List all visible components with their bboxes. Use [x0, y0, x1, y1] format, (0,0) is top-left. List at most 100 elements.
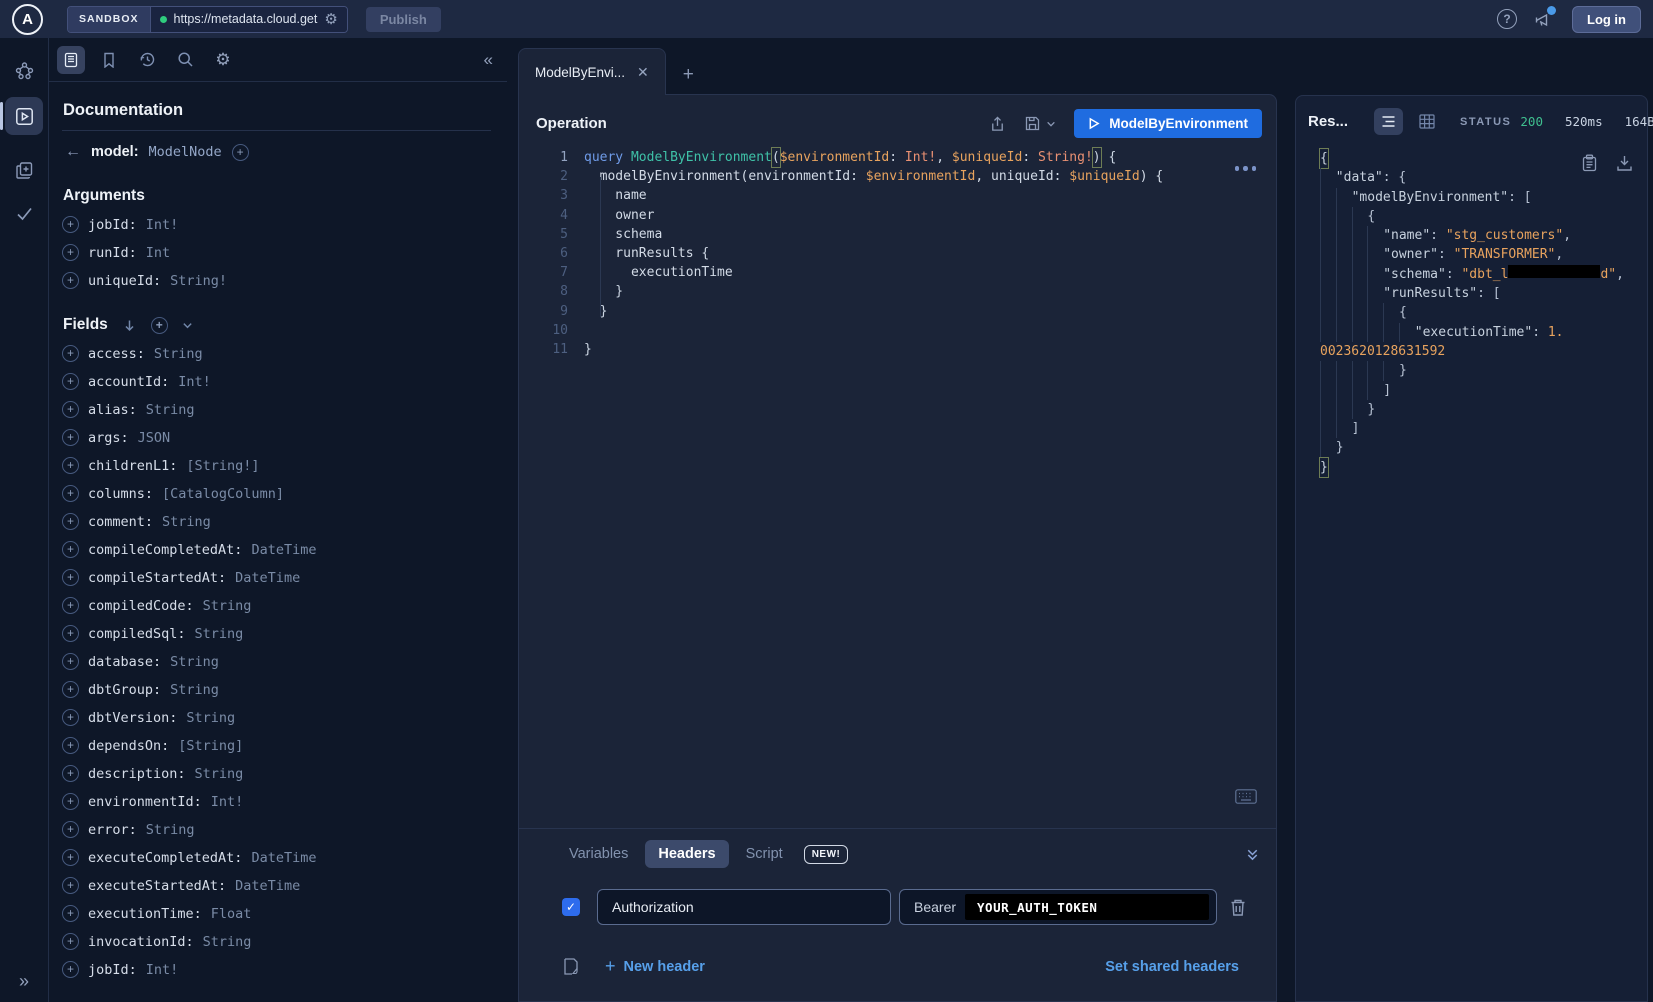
add-field-icon[interactable]: + [62, 849, 79, 866]
add-field-icon[interactable]: + [62, 821, 79, 838]
add-field-icon[interactable]: + [62, 877, 79, 894]
header-enabled-checkbox[interactable]: ✓ [562, 898, 580, 916]
field-type[interactable]: Int! [146, 962, 179, 978]
add-field-icon[interactable]: + [62, 625, 79, 642]
add-field-icon[interactable]: + [62, 681, 79, 698]
copy-response-icon[interactable] [1581, 154, 1598, 172]
add-field-icon[interactable]: + [62, 765, 79, 782]
add-field-icon[interactable]: + [62, 569, 79, 586]
nav-schema[interactable] [5, 51, 43, 89]
add-field-icon[interactable]: + [62, 933, 79, 950]
endpoint-settings-gear-icon[interactable]: ⚙ [324, 12, 337, 27]
add-field-icon[interactable]: + [62, 905, 79, 922]
field-type[interactable]: String [195, 626, 244, 642]
endpoint-url[interactable]: https://metadata.cloud.get [174, 12, 318, 26]
add-field-icon[interactable]: + [62, 216, 79, 233]
header-key-input[interactable] [597, 889, 891, 925]
new-tab-icon[interactable]: + [683, 65, 694, 84]
add-field-icon[interactable]: + [62, 345, 79, 362]
field-type[interactable]: DateTime [251, 850, 316, 866]
field-type[interactable]: Int! [211, 794, 244, 810]
sort-down-icon[interactable] [122, 318, 137, 333]
field-type[interactable]: String [146, 822, 195, 838]
new-header-button[interactable]: + New header [605, 956, 705, 977]
add-field-icon[interactable]: + [62, 457, 79, 474]
delete-header-icon[interactable] [1229, 898, 1247, 917]
add-field-icon[interactable]: + [62, 373, 79, 390]
field-type[interactable]: String [203, 934, 252, 950]
help-icon[interactable]: ? [1497, 9, 1517, 29]
add-field-icon[interactable]: + [62, 485, 79, 502]
field-type[interactable]: String [170, 682, 219, 698]
tab-variables[interactable]: Variables [559, 840, 638, 868]
save-group[interactable] [1024, 115, 1056, 132]
field-type[interactable]: [String] [178, 738, 243, 754]
collapse-docs-icon[interactable]: « [484, 50, 493, 70]
login-button[interactable]: Log in [1572, 6, 1641, 33]
field-type[interactable]: Float [211, 906, 252, 922]
response-body[interactable]: { "data": { "modelByEnvironment": [ { "n… [1296, 143, 1647, 477]
field-type[interactable]: String [162, 514, 211, 530]
field-type[interactable]: String [146, 402, 195, 418]
add-field-icon[interactable]: + [62, 961, 79, 978]
field-type[interactable]: Int! [178, 374, 211, 390]
field-type[interactable]: Int [146, 245, 170, 261]
docs-tab-settings[interactable]: ⚙ [209, 46, 237, 74]
add-field-icon[interactable]: + [62, 272, 79, 289]
operation-tab[interactable]: ModelByEnvi... ✕ [518, 48, 666, 95]
field-type[interactable]: String! [170, 273, 227, 289]
save-icon[interactable] [1024, 115, 1041, 132]
field-type[interactable]: Int! [146, 217, 179, 233]
header-value-input[interactable]: Bearer YOUR_AUTH_TOKEN [899, 889, 1217, 925]
field-type[interactable]: String [154, 346, 203, 362]
tab-script[interactable]: Script [736, 840, 793, 868]
set-shared-headers-link[interactable]: Set shared headers [1105, 959, 1239, 975]
docs-tab-documentation[interactable] [57, 46, 85, 74]
apollo-logo[interactable]: A [12, 4, 43, 35]
add-type-icon[interactable]: + [232, 144, 249, 161]
field-type[interactable]: String [203, 598, 252, 614]
editor-options-icon[interactable] [1235, 166, 1257, 171]
field-type[interactable]: JSON [138, 430, 171, 446]
share-icon[interactable] [989, 115, 1006, 133]
field-type[interactable]: String [170, 654, 219, 670]
add-field-icon[interactable]: + [62, 401, 79, 418]
announcements-megaphone-icon[interactable] [1533, 10, 1552, 28]
add-field-icon[interactable]: + [62, 653, 79, 670]
collapse-section-icon[interactable] [1245, 847, 1260, 862]
docs-tab-search[interactable] [171, 46, 199, 74]
tab-headers[interactable]: Headers [645, 840, 728, 868]
breadcrumb-type[interactable]: ModelNode [149, 144, 222, 160]
close-tab-icon[interactable]: ✕ [637, 64, 649, 81]
back-arrow-icon[interactable]: ← [65, 143, 81, 161]
add-all-fields-icon[interactable]: + [151, 317, 168, 334]
tree-view-toggle[interactable] [1374, 108, 1403, 135]
field-type[interactable]: DateTime [251, 542, 316, 558]
env-vars-icon[interactable] [562, 957, 580, 976]
field-type[interactable]: DateTime [235, 878, 300, 894]
nav-checks[interactable] [5, 194, 43, 232]
nav-sandbox-docs[interactable] [5, 151, 43, 189]
query-editor[interactable]: 1query ModelByEnvironment($environmentId… [519, 148, 1276, 359]
field-type[interactable]: DateTime [235, 570, 300, 586]
field-type[interactable]: String [186, 710, 235, 726]
run-operation-button[interactable]: ModelByEnvironment [1074, 109, 1262, 138]
publish-button[interactable]: Publish [366, 7, 441, 32]
field-type[interactable]: [CatalogColumn] [162, 486, 284, 502]
add-field-icon[interactable]: + [62, 709, 79, 726]
nav-explorer[interactable] [5, 97, 43, 135]
auth-token-value[interactable]: YOUR_AUTH_TOKEN [965, 894, 1209, 920]
add-field-icon[interactable]: + [62, 793, 79, 810]
add-field-icon[interactable]: + [62, 429, 79, 446]
docs-tab-history[interactable] [133, 46, 161, 74]
docs-tab-saved[interactable] [95, 46, 123, 74]
add-field-icon[interactable]: + [62, 737, 79, 754]
table-view-toggle[interactable] [1412, 108, 1441, 135]
expand-rail-icon[interactable]: » [0, 971, 48, 992]
add-field-icon[interactable]: + [62, 597, 79, 614]
chevron-down-icon[interactable] [182, 320, 193, 331]
save-chevron-icon[interactable] [1046, 119, 1056, 129]
field-type[interactable]: String [195, 766, 244, 782]
add-field-icon[interactable]: + [62, 513, 79, 530]
add-field-icon[interactable]: + [62, 244, 79, 261]
